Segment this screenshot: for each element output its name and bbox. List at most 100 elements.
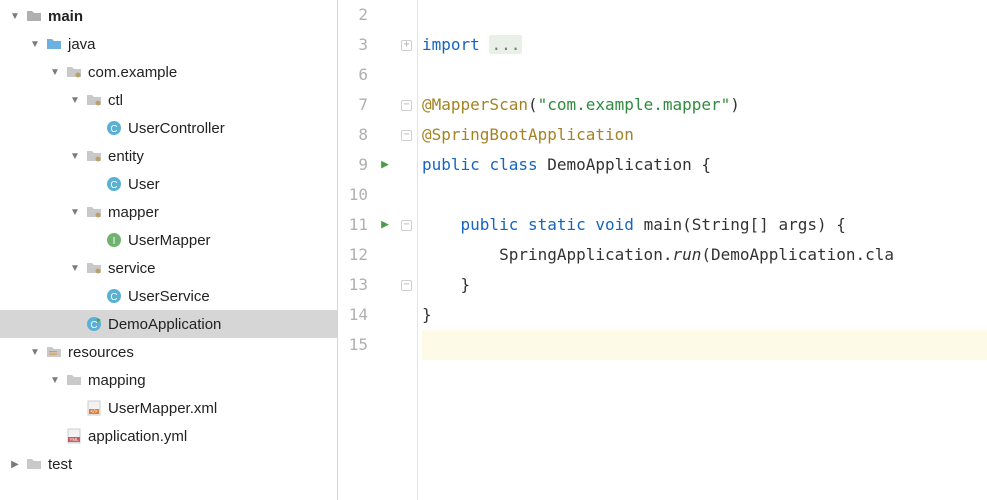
tree-item-label: User [128, 176, 160, 193]
package-icon [86, 148, 102, 164]
chevron-down-icon[interactable]: ▼ [68, 205, 82, 219]
tree-item-label: UserMapper [128, 232, 211, 249]
fold-marker-icon[interactable]: − [401, 100, 412, 111]
chevron-down-icon[interactable]: ▼ [28, 37, 42, 51]
line-number: 11 [338, 210, 374, 240]
tree-item-label: UserMapper.xml [108, 400, 217, 417]
folder-icon [26, 8, 42, 24]
tree-item-user[interactable]: ▼ C User [0, 170, 337, 198]
chevron-down-icon[interactable]: ▼ [28, 345, 42, 359]
tree-item-demoapplication[interactable]: ▼ C DemoApplication [0, 310, 337, 338]
tree-item-label: mapping [88, 372, 146, 389]
tree-item-label: mapper [108, 204, 159, 221]
line-number: 6 [338, 60, 374, 90]
tree-item-main[interactable]: ▼ main [0, 2, 337, 30]
folder-icon [46, 36, 62, 52]
code-line[interactable]: @MapperScan("com.example.mapper") [422, 90, 987, 120]
line-number: 2 [338, 0, 374, 30]
code-content[interactable]: import ... @MapperScan("com.example.mapp… [418, 0, 987, 500]
tree-item-usermapper-xml[interactable]: ▼ </> UserMapper.xml [0, 394, 337, 422]
chevron-down-icon[interactable]: ▼ [8, 9, 22, 23]
fold-marker-icon[interactable]: − [401, 220, 412, 231]
yml-file-icon: YML [66, 428, 82, 444]
package-icon [66, 64, 82, 80]
tree-item-userservice[interactable]: ▼ C UserService [0, 282, 337, 310]
tree-item-resources[interactable]: ▼ resources [0, 338, 337, 366]
svg-text:</>: </> [90, 409, 97, 415]
tree-item-label: ctl [108, 92, 123, 109]
tree-item-ctl[interactable]: ▼ ctl [0, 86, 337, 114]
code-line[interactable] [422, 60, 987, 90]
code-line[interactable]: import ... [422, 30, 987, 60]
xml-file-icon: </> [86, 400, 102, 416]
chevron-right-icon[interactable]: ▶ [8, 457, 22, 471]
chevron-down-icon[interactable]: ▼ [68, 149, 82, 163]
resources-folder-icon [46, 344, 62, 360]
tree-item-label: resources [68, 344, 134, 361]
tree-item-label: test [48, 456, 72, 473]
line-number: 3 [338, 30, 374, 60]
tree-item-service[interactable]: ▼ service [0, 254, 337, 282]
tree-item-mapper[interactable]: ▼ mapper [0, 198, 337, 226]
code-line[interactable] [422, 330, 987, 360]
code-line[interactable] [422, 0, 987, 30]
code-line[interactable]: @SpringBootApplication [422, 120, 987, 150]
chevron-down-icon[interactable]: ▼ [68, 93, 82, 107]
package-icon [86, 204, 102, 220]
class-icon: C [106, 120, 122, 136]
interface-icon: I [106, 232, 122, 248]
svg-text:C: C [110, 180, 117, 191]
chevron-down-icon[interactable]: ▼ [68, 261, 82, 275]
tree-item-usermapper[interactable]: ▼ I UserMapper [0, 226, 337, 254]
tree-item-label: com.example [88, 64, 177, 81]
line-number: 10 [338, 180, 374, 210]
folder-icon [26, 456, 42, 472]
line-number: 7 [338, 90, 374, 120]
class-icon: C [106, 288, 122, 304]
class-icon: C [106, 176, 122, 192]
fold-gutter: + − − − − [396, 0, 418, 500]
code-line[interactable] [422, 180, 987, 210]
tree-item-application-yml[interactable]: ▼ YML application.yml [0, 422, 337, 450]
tree-item-label: UserController [128, 120, 225, 137]
line-number: 13 [338, 270, 374, 300]
fold-expand-icon[interactable]: + [401, 40, 412, 51]
code-line[interactable]: } [422, 270, 987, 300]
runnable-class-icon: C [86, 316, 102, 332]
tree-item-label: service [108, 260, 156, 277]
tree-item-usercontroller[interactable]: ▼ C UserController [0, 114, 337, 142]
svg-text:I: I [113, 236, 116, 247]
tree-item-java[interactable]: ▼ java [0, 30, 337, 58]
tree-item-label: entity [108, 148, 144, 165]
svg-text:YML: YML [69, 437, 79, 442]
tree-item-label: main [48, 8, 83, 25]
line-number: 9 [338, 150, 374, 180]
code-line[interactable]: } [422, 300, 987, 330]
tree-item-entity[interactable]: ▼ entity [0, 142, 337, 170]
package-icon [86, 260, 102, 276]
line-number: 14 [338, 300, 374, 330]
chevron-down-icon[interactable]: ▼ [48, 373, 62, 387]
run-icon[interactable]: ▶ [381, 150, 389, 180]
fold-marker-icon[interactable]: − [401, 280, 412, 291]
tree-item-package[interactable]: ▼ com.example [0, 58, 337, 86]
line-number: 8 [338, 120, 374, 150]
tree-item-test[interactable]: ▶ test [0, 450, 337, 478]
run-icon[interactable]: ▶ [381, 210, 389, 240]
code-line[interactable]: SpringApplication.run(DemoApplication.cl… [422, 240, 987, 270]
chevron-down-icon[interactable]: ▼ [48, 65, 62, 79]
line-number: 12 [338, 240, 374, 270]
code-editor[interactable]: 2 3 6 7 8 9 10 11 12 13 14 15 ▶ ▶ + − − … [338, 0, 987, 500]
tree-item-label: UserService [128, 288, 210, 305]
package-icon [86, 92, 102, 108]
code-line[interactable]: public static void main(String[] args) { [422, 210, 987, 240]
line-number: 15 [338, 330, 374, 360]
tree-item-label: DemoApplication [108, 316, 221, 333]
tree-item-label: application.yml [88, 428, 187, 445]
code-line[interactable]: public class DemoApplication { [422, 150, 987, 180]
folder-icon [66, 372, 82, 388]
tree-item-label: java [68, 36, 96, 53]
project-tree[interactable]: ▼ main ▼ java ▼ com.example ▼ ctl ▼ C Us… [0, 0, 338, 500]
fold-marker-icon[interactable]: − [401, 130, 412, 141]
tree-item-mapping[interactable]: ▼ mapping [0, 366, 337, 394]
